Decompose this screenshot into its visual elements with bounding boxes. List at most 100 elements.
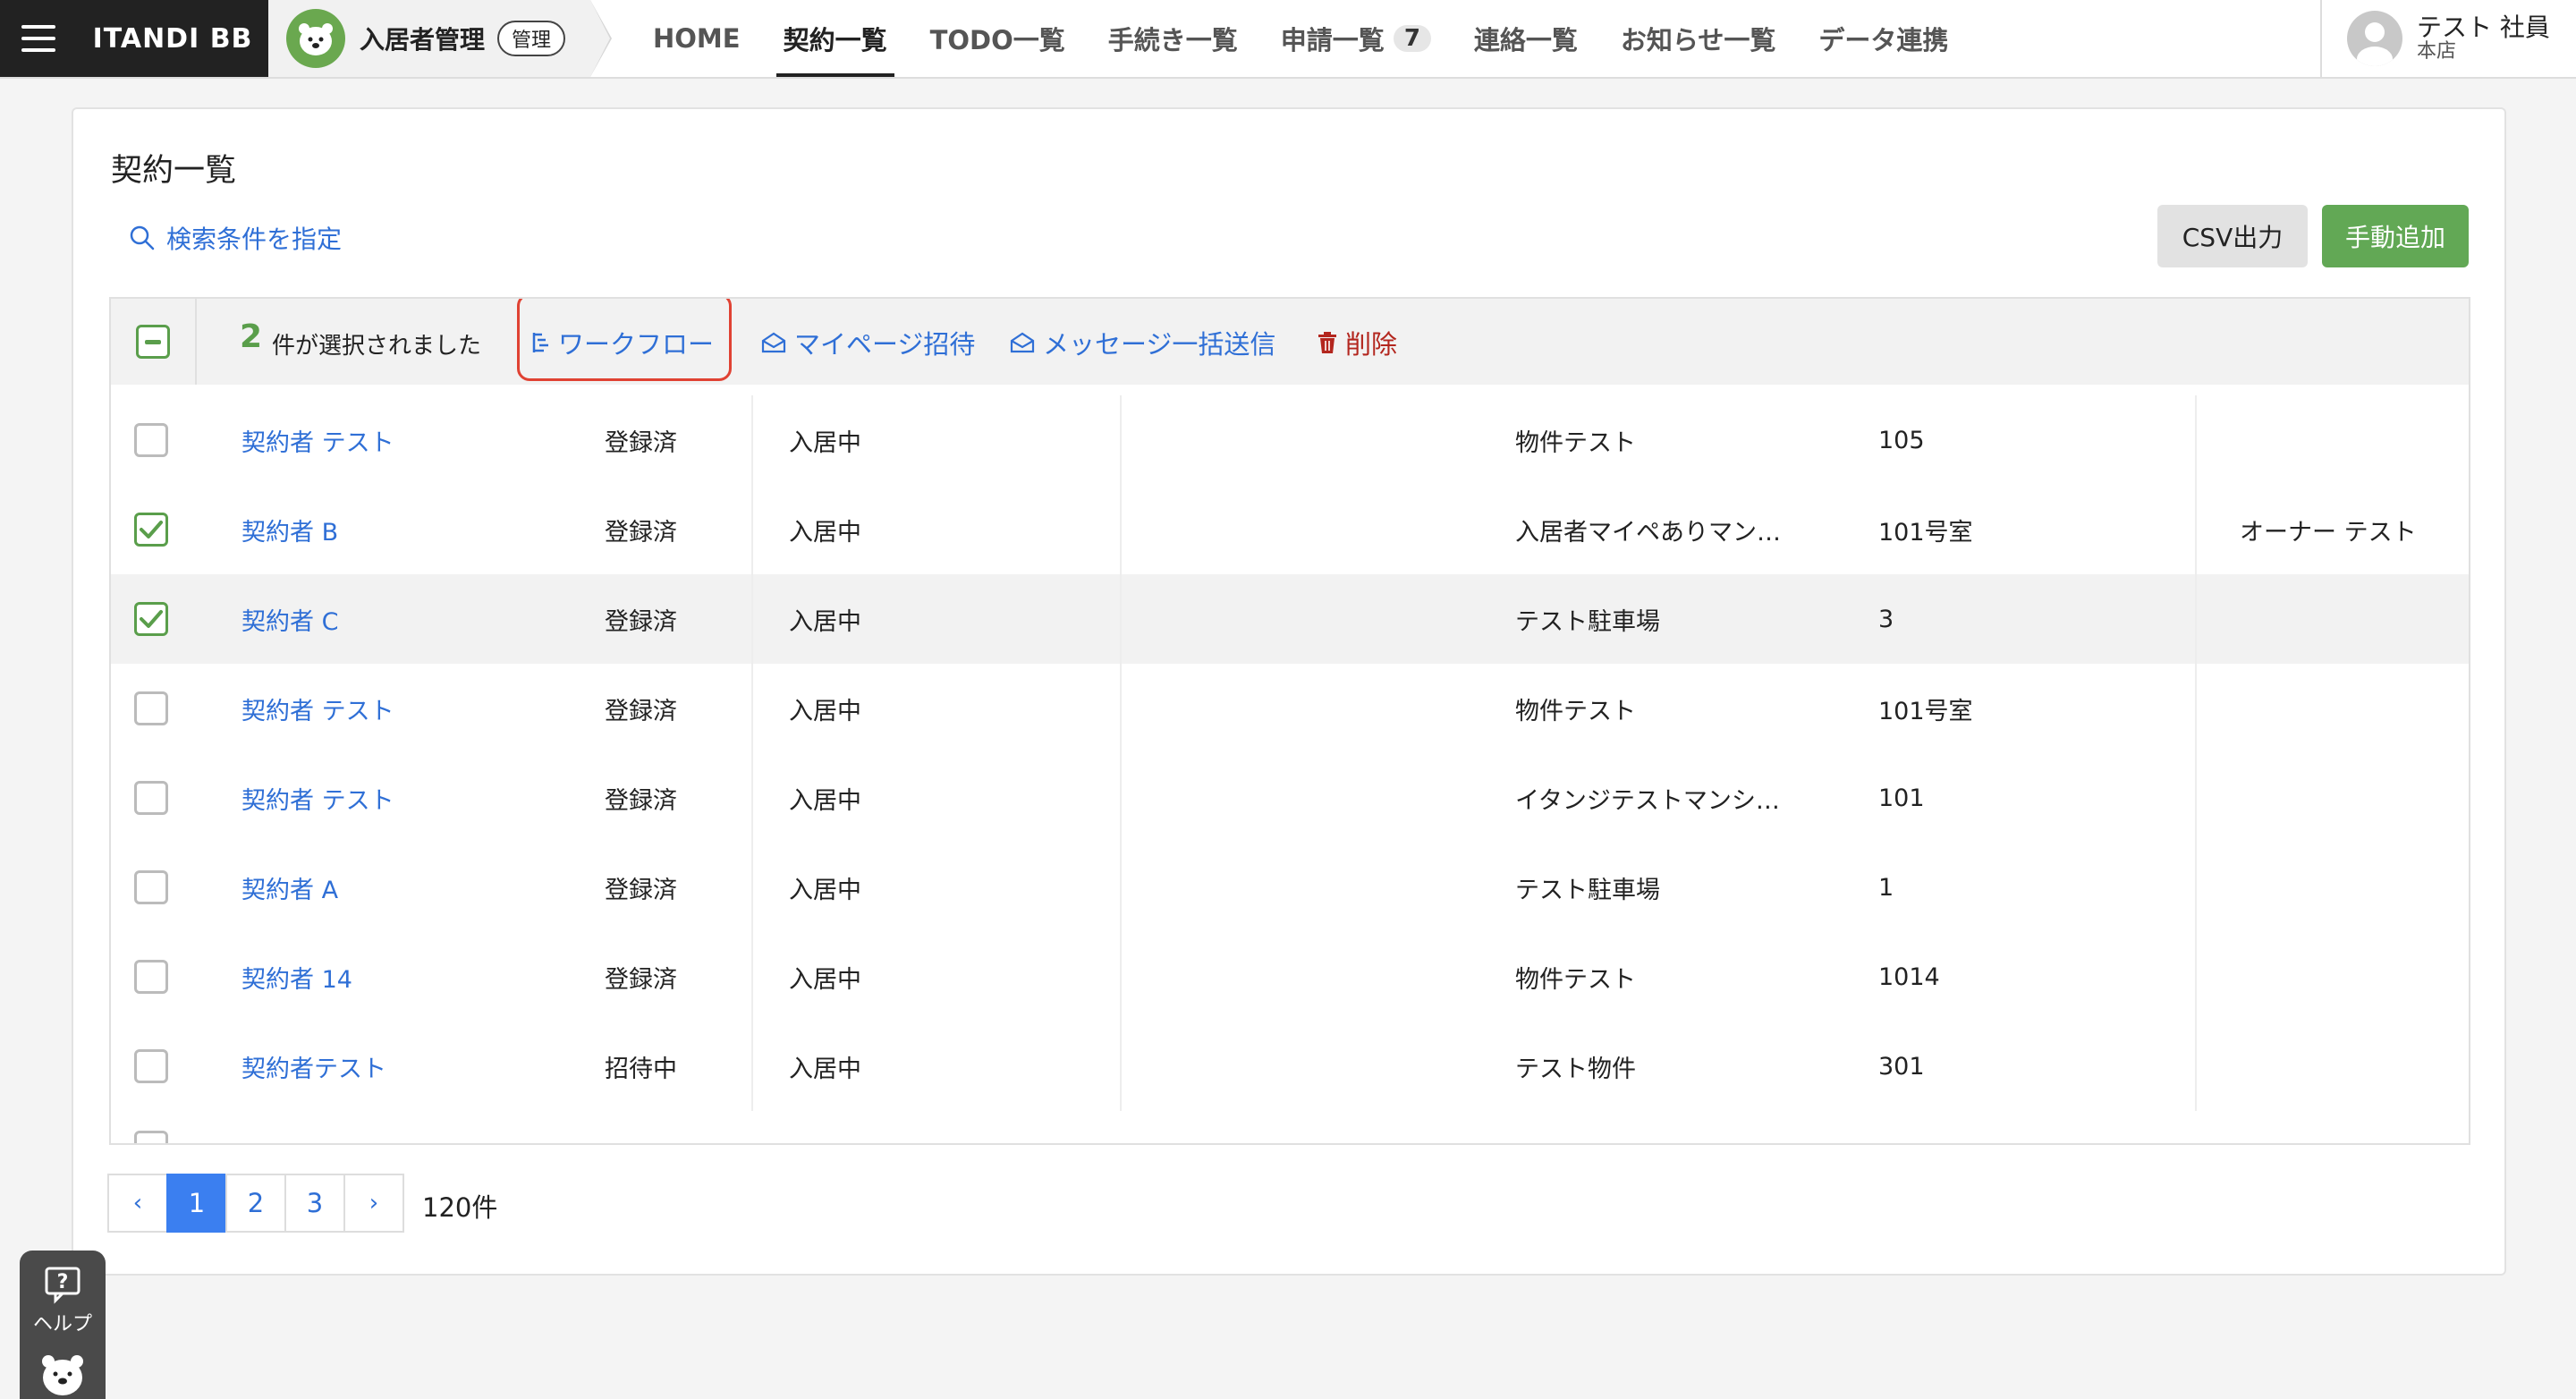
column-divider (1120, 843, 1122, 932)
nav-procedures[interactable]: 手続き一覧 (1087, 0, 1259, 77)
column-divider (751, 753, 753, 843)
pagination-prev[interactable]: ‹ (107, 1174, 168, 1233)
nav-data-integration[interactable]: データ連携 (1797, 0, 1970, 77)
user-branch: 本店 (2417, 40, 2457, 63)
row-checkbox[interactable] (134, 602, 168, 636)
contracts-card: 契約一覧 検索条件を指定 CSV出力 手動追加 2 件が選択されました ワークフ… (72, 107, 2506, 1276)
column-divider (2195, 664, 2197, 753)
nav-applications[interactable]: 申請一覧 7 (1259, 0, 1453, 77)
room-number: 105 (1878, 426, 1925, 454)
row-checkbox-cell (134, 843, 168, 932)
pagination-page-3[interactable]: 3 (284, 1174, 345, 1233)
row-checkbox-cell (134, 1022, 168, 1111)
row-checkbox[interactable] (134, 960, 168, 994)
delete-action[interactable]: 削除 (1317, 324, 1397, 361)
row-checkbox[interactable] (134, 513, 168, 547)
top-header: ITANDI BB 入居者管理 管理 HOME 契約一覧 TODO一覧 手続き一… (0, 0, 2576, 79)
search-conditions-label: 検索条件を指定 (166, 225, 343, 254)
registration-status: 登録済 (605, 965, 677, 994)
nav-todo[interactable]: TODO一覧 (909, 0, 1087, 77)
residence-status: 入居中 (789, 786, 861, 815)
contractor-name-link[interactable]: 契約者テスト (242, 1022, 386, 1111)
column-divider (1120, 395, 1122, 485)
property-name: テスト駐車場 (1515, 876, 1660, 904)
room-number: 1014 (1878, 962, 1940, 991)
row-checkbox[interactable] (134, 1131, 168, 1143)
property-name: 物件テスト (1515, 697, 1636, 725)
menu-button[interactable] (0, 0, 77, 77)
pagination-page-1[interactable]: 1 (166, 1174, 227, 1233)
column-divider (751, 1022, 753, 1111)
table-row[interactable]: 契約者 テスト 登録済 入居中 イタンジテストマンシ… 101 (111, 753, 2469, 844)
row-checkbox[interactable] (134, 691, 168, 725)
room-number: 101 (1878, 784, 1925, 812)
help-question-icon: ? (45, 1267, 80, 1304)
property-name: イタンジテストマンシ… (1515, 786, 1780, 815)
table-row[interactable]: 契約者 C 登録済 入居中 テスト駐車場 3 (111, 574, 2469, 666)
nav-contracts[interactable]: 契約一覧 (762, 0, 909, 77)
csv-export-button[interactable]: CSV出力 (2157, 205, 2308, 267)
select-all-cell (111, 299, 197, 385)
mypage-invite-action[interactable]: マイページ招待 (760, 324, 975, 361)
pagination: ‹ 1 2 3 › (107, 1174, 404, 1233)
user-avatar-icon (2347, 11, 2402, 66)
table-row[interactable]: 契約者 14 登録済 入居中 物件テスト 1014 (111, 932, 2469, 1023)
table-row[interactable]: 契約者 A 登録済 入居中 テスト駐車場 1 (111, 843, 2469, 934)
contractor-name-link[interactable]: 契約者 テスト (242, 753, 394, 843)
nav-home[interactable]: HOME (631, 0, 762, 77)
select-all-checkbox[interactable] (136, 325, 170, 359)
page-title: 契約一覧 (111, 153, 237, 189)
help-widget[interactable]: ? ヘルプ (20, 1251, 106, 1399)
row-checkbox-cell (134, 932, 168, 1022)
property-name: 入居者マイペありマン… (1515, 518, 1781, 547)
app-role-badge: 管理 (497, 21, 566, 56)
contractor-name-link[interactable]: 契約者 C (242, 574, 338, 664)
pagination-next[interactable]: › (343, 1174, 404, 1233)
residence-status: 入居中 (789, 428, 861, 457)
contractor-name-link[interactable]: 契約者 14 (242, 932, 352, 1022)
check-icon (140, 521, 163, 538)
column-divider (2195, 395, 2197, 485)
mascot-bear-icon (42, 1355, 83, 1395)
bulk-message-action[interactable]: メッセージ一括送信 (1009, 324, 1275, 361)
property-name: 物件テスト (1515, 965, 1636, 994)
table-row[interactable]: 契約者テスト 招待中 入居中 テスト物件 301 (111, 1022, 2469, 1113)
table-row[interactable]: 契約者 テスト 登録済 入居中 物件テスト 101号室 (111, 664, 2469, 755)
column-divider (2195, 753, 2197, 843)
row-checkbox[interactable] (134, 423, 168, 457)
column-divider (751, 843, 753, 932)
app-switcher[interactable]: 入居者管理 管理 (268, 0, 612, 77)
contractor-name-link[interactable]: 契約者 B (242, 485, 338, 574)
user-menu[interactable]: テスト 社員 本店 (2320, 0, 2576, 77)
column-divider (751, 664, 753, 753)
bulk-action-bar: 2 件が選択されました ワークフロー マイページ招待 メッセージ一括送信 削除 (111, 299, 2469, 386)
nav-notices[interactable]: お知らせ一覧 (1599, 0, 1797, 77)
table-row[interactable]: 契約者 テスト 登録済 入居中 物件テスト 105 (111, 395, 2469, 487)
help-label: ヘルプ (32, 1313, 92, 1335)
contractor-name-link[interactable]: 契約者 テスト (242, 664, 394, 753)
registration-status: 登録済 (605, 607, 677, 636)
search-conditions-link[interactable]: 検索条件を指定 (129, 220, 342, 256)
manual-add-button[interactable]: 手動追加 (2322, 205, 2469, 267)
column-divider (1120, 574, 1122, 664)
nav-contacts[interactable]: 連絡一覧 (1453, 0, 1599, 77)
registration-status: 登録済 (605, 428, 677, 457)
row-checkbox[interactable] (134, 781, 168, 815)
property-name: テスト物件 (1515, 1055, 1636, 1083)
app-mascot-icon (286, 9, 345, 68)
row-checkbox-cell (134, 753, 168, 843)
contractor-name-link[interactable]: 契約者 A (242, 843, 338, 932)
brand-logo[interactable]: ITANDI BB (77, 0, 268, 77)
registration-status: 登録済 (605, 697, 677, 725)
pagination-page-2[interactable]: 2 (225, 1174, 286, 1233)
app-title: 入居者管理 (360, 25, 486, 55)
row-checkbox[interactable] (134, 1049, 168, 1083)
column-divider (1120, 753, 1122, 843)
contractor-name-link[interactable]: 契約者 テスト (242, 395, 394, 485)
envelope-icon (761, 332, 786, 353)
table-row[interactable]: 契約者 B 登録済 入居中 入居者マイペありマン… 101号室 オーナー テスト (111, 485, 2469, 576)
room-number: 301 (1878, 1052, 1925, 1081)
search-icon (130, 225, 155, 250)
row-checkbox[interactable] (134, 870, 168, 904)
envelope-icon (1010, 332, 1035, 353)
